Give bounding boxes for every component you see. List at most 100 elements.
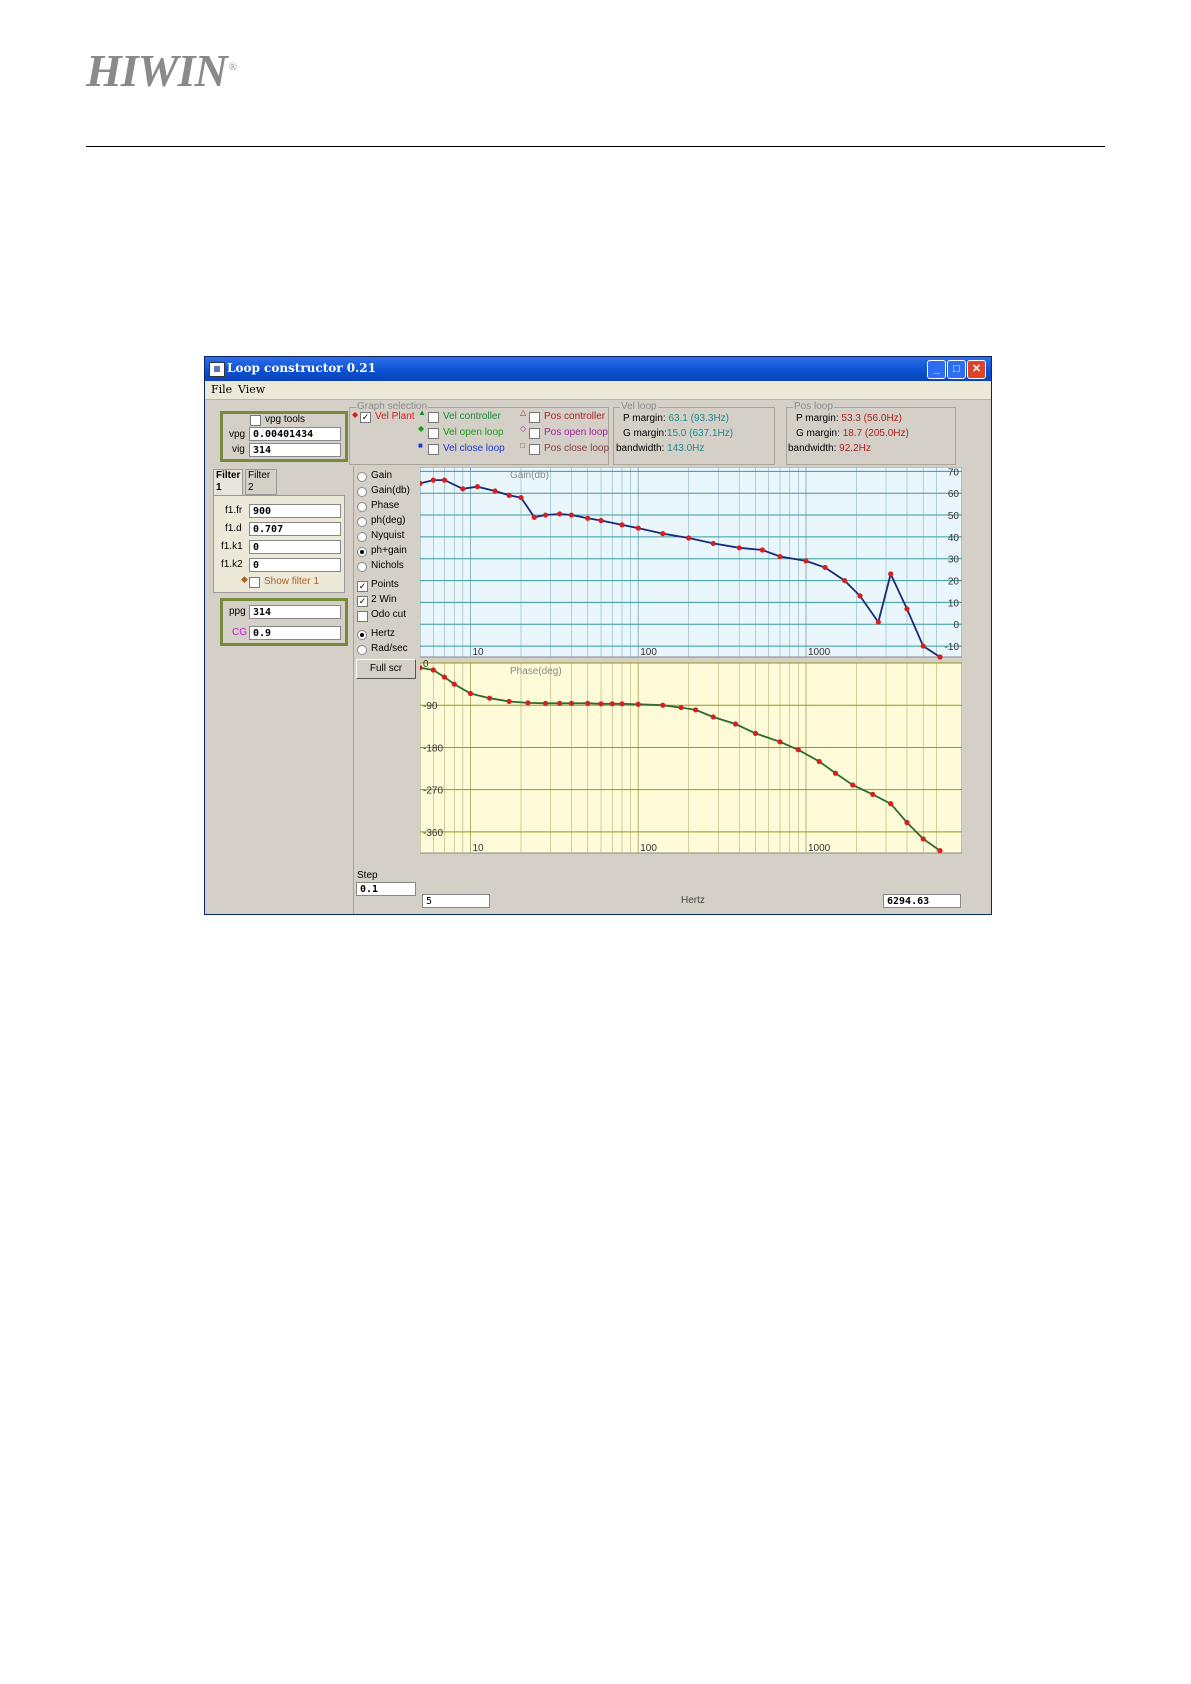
close-button[interactable]: ✕: [967, 360, 986, 379]
radio-rad-sec[interactable]: [357, 645, 367, 655]
maximize-button[interactable]: □: [947, 360, 966, 379]
data-point: [875, 619, 881, 625]
y-tick-label: 10: [948, 598, 960, 609]
radio-gain[interactable]: [357, 472, 367, 482]
radio-hertz[interactable]: [357, 630, 367, 640]
step-input[interactable]: 0.1: [356, 882, 416, 896]
bode-plot[interactable]: 70 60 50 40 30 20 100 -10 10 100 1000 Gain(db) 0 -90 -…: [420, 467, 962, 925]
title-bar[interactable]: ▦ Loop constructor 0.21 _ □ ✕: [205, 357, 991, 381]
vel-g-margin-value: 15.0 (637.1Hz): [666, 428, 734, 439]
pos-loop-legend: Pos loop: [793, 401, 834, 412]
vel-g-margin-label: G margin:: [623, 428, 667, 439]
radio-nichols[interactable]: [357, 562, 367, 572]
x-tick-label: 10: [472, 647, 484, 658]
pos-bandwidth-label: bandwidth:: [788, 443, 837, 454]
data-point: [759, 547, 766, 553]
data-point: [585, 700, 591, 706]
green-diamond-marker-icon: ◆: [418, 424, 425, 433]
minimize-button[interactable]: _: [927, 360, 946, 379]
radio-ph-gain-label: ph+gain: [371, 545, 407, 556]
data-point: [904, 606, 910, 612]
cg-input[interactable]: 0.9: [249, 626, 341, 640]
filter-k2-input[interactable]: 0: [249, 558, 341, 572]
vig-input[interactable]: 314: [249, 443, 341, 457]
data-point: [585, 515, 591, 521]
data-point: [850, 782, 856, 788]
pos-close-loop-checkbox[interactable]: [529, 444, 540, 455]
y-tick-label: -270: [423, 786, 443, 797]
diamond-icon: ◆: [241, 574, 248, 584]
radio-ph-gain[interactable]: [357, 547, 367, 557]
data-point: [752, 730, 759, 736]
data-point: [441, 674, 448, 680]
vel-plant-checkbox[interactable]: ✓: [360, 412, 371, 423]
freq-axis-label: Hertz: [681, 895, 705, 906]
x-tick-label: 100: [640, 647, 657, 658]
y-tick-label: 50: [948, 511, 960, 522]
filter-fr-input[interactable]: 900: [249, 504, 341, 518]
radio-ph-deg[interactable]: [357, 517, 367, 527]
data-point: [542, 700, 549, 706]
freq-max-input[interactable]: 6294.63: [883, 894, 961, 908]
data-point: [660, 531, 666, 537]
data-point: [803, 558, 809, 564]
vel-g-margin: G margin:15.0 (637.1Hz): [623, 428, 733, 439]
vel-open-loop-label: Vel open loop: [443, 427, 504, 438]
pos-controller-checkbox[interactable]: [529, 412, 540, 423]
two-win-checkbox[interactable]: ✓: [357, 596, 368, 607]
diamond-outline-marker-icon: ◇: [520, 424, 527, 433]
odo-cut-checkbox[interactable]: [357, 611, 368, 622]
pos-open-loop-checkbox[interactable]: [529, 428, 540, 439]
vel-plant-label: Vel Plant: [375, 411, 415, 422]
chart-title: Phase(deg): [510, 666, 562, 677]
tab-filter-1[interactable]: Filter 1: [213, 469, 243, 495]
ppg-input[interactable]: 314: [249, 605, 341, 619]
y-tick-label: -360: [423, 828, 443, 839]
x-tick-label: 1000: [808, 843, 831, 854]
data-point: [460, 486, 466, 492]
radio-phase-label: Phase: [371, 500, 400, 511]
radio-nyquist[interactable]: [357, 532, 367, 542]
vel-close-loop-checkbox[interactable]: [428, 444, 439, 455]
points-label: Points: [371, 579, 399, 590]
pos-g-margin-label: G margin:: [796, 428, 840, 439]
two-win-label: 2 Win: [371, 594, 397, 605]
vel-close-loop-label: Vel close loop: [443, 443, 505, 454]
vel-controller-checkbox[interactable]: [428, 412, 439, 423]
y-tick-label: 0: [953, 620, 959, 631]
data-point: [888, 801, 894, 807]
vel-p-margin-label: P margin:: [623, 413, 666, 424]
data-point: [506, 698, 512, 705]
registered-mark: ®: [228, 60, 237, 73]
radio-nyquist-label: Nyquist: [371, 530, 405, 541]
data-point: [609, 701, 615, 707]
pos-p-margin-label: P margin:: [796, 413, 839, 424]
data-point: [467, 690, 474, 697]
radio-gain-db[interactable]: [357, 487, 367, 497]
cg-label: CG: [232, 627, 247, 638]
step-label: Step: [357, 870, 378, 881]
show-filter-checkbox[interactable]: [249, 577, 260, 588]
menu-file[interactable]: File: [211, 383, 232, 396]
data-point: [686, 535, 692, 541]
vpg-tools-checkbox[interactable]: [250, 415, 261, 426]
filter-k1-input[interactable]: 0: [249, 540, 341, 554]
x-tick-label: 10: [472, 843, 484, 854]
data-point: [795, 747, 801, 753]
filter-d-input[interactable]: 0.707: [249, 522, 341, 536]
data-point: [430, 667, 436, 673]
data-point: [777, 739, 783, 745]
data-point: [920, 643, 926, 649]
full-screen-button[interactable]: Full scr: [356, 659, 416, 679]
vel-open-loop-checkbox[interactable]: [428, 428, 439, 439]
freq-min-input[interactable]: 5: [422, 894, 490, 908]
pos-p-margin: P margin: 53.3 (56.0Hz): [796, 413, 902, 424]
tab-filter-2[interactable]: Filter 2: [245, 469, 277, 495]
menu-view[interactable]: View: [238, 383, 265, 396]
vpg-input[interactable]: 0.00401434: [249, 427, 341, 441]
vel-plant-marker-icon: ◆: [352, 410, 359, 419]
data-point: [568, 512, 575, 518]
points-checkbox[interactable]: ✓: [357, 581, 368, 592]
logo-text: HIWIN: [86, 45, 228, 96]
radio-phase[interactable]: [357, 502, 367, 512]
